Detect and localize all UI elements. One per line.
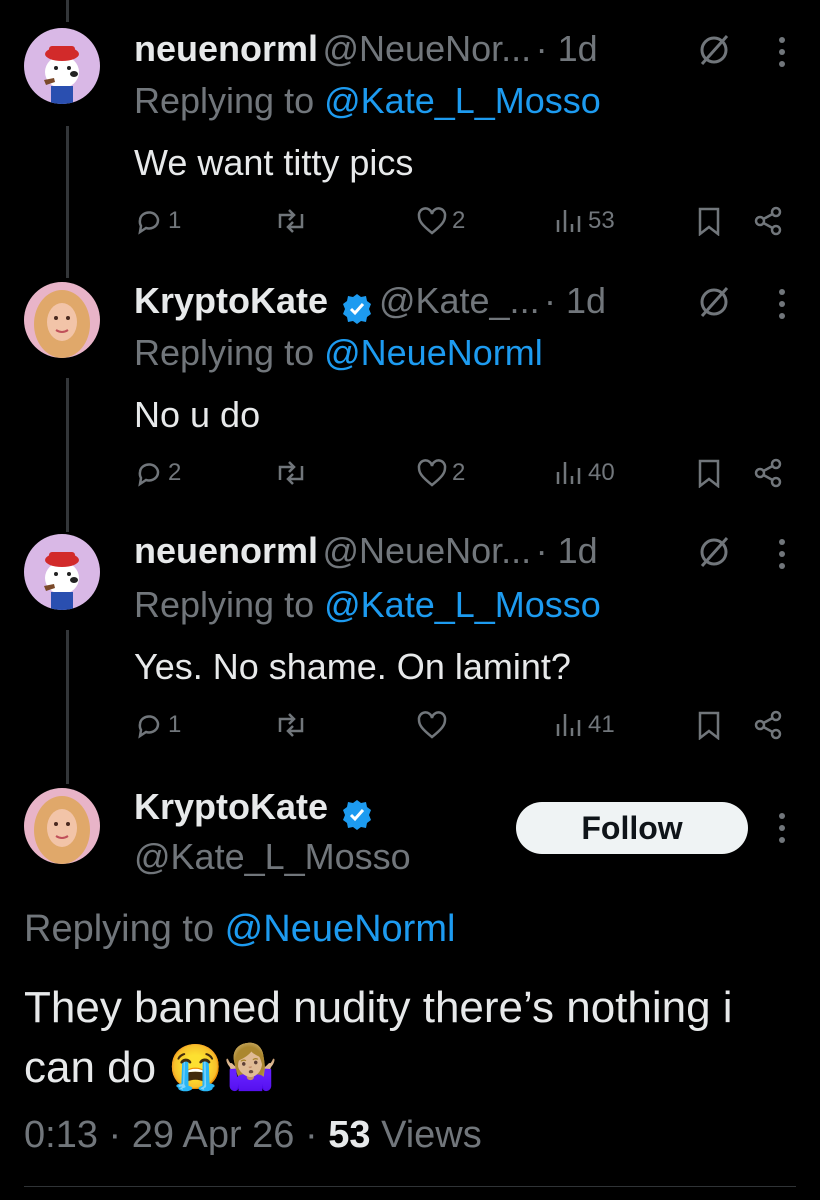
views-count: 53 bbox=[588, 207, 615, 234]
replying-to-link[interactable]: @Kate_L_Mosso bbox=[324, 584, 601, 625]
timestamp[interactable]: · 1d bbox=[536, 530, 598, 571]
views-button[interactable]: 40 bbox=[554, 458, 615, 488]
replying-to: Replying to @NeueNorml bbox=[24, 908, 456, 950]
author-name[interactable]: neuenorml bbox=[134, 28, 318, 69]
avatar[interactable] bbox=[24, 28, 100, 104]
more-icon[interactable] bbox=[770, 810, 794, 846]
replying-to-link[interactable]: @NeueNorml bbox=[225, 908, 456, 950]
tweet-header: neuenorml @NeueNor... · 1d bbox=[134, 530, 598, 572]
divider bbox=[24, 1186, 796, 1187]
main-author: KryptoKate bbox=[134, 786, 374, 832]
author-name[interactable]: KryptoKate bbox=[134, 280, 328, 321]
share-button[interactable] bbox=[752, 206, 784, 236]
follow-button[interactable]: Follow bbox=[516, 802, 748, 854]
retweet-icon bbox=[278, 713, 304, 737]
action-bar: 1 2 53 bbox=[134, 206, 794, 246]
bookmark-button[interactable] bbox=[696, 710, 722, 740]
replying-to: Replying to @Kate_L_Mosso bbox=[134, 80, 601, 121]
reply-button[interactable]: 1 bbox=[134, 710, 181, 740]
share-icon bbox=[754, 206, 782, 236]
retweet-icon bbox=[278, 209, 304, 233]
like-button[interactable] bbox=[416, 710, 452, 740]
bookmark-button[interactable] bbox=[696, 458, 722, 488]
thread-line-2 bbox=[66, 378, 69, 532]
reply-count: 1 bbox=[168, 207, 182, 234]
views-label: Views bbox=[381, 1114, 482, 1156]
tweet-text: We want titty pics bbox=[134, 142, 414, 183]
grok-icon[interactable] bbox=[694, 282, 734, 322]
tweet-header: KryptoKate @Kate_... · 1d bbox=[134, 280, 606, 326]
views-button[interactable]: 41 bbox=[554, 710, 615, 740]
like-count: 2 bbox=[452, 207, 466, 234]
timestamp[interactable]: · 1d bbox=[536, 28, 598, 69]
thread-line-top bbox=[66, 0, 69, 22]
views-icon bbox=[556, 714, 581, 736]
like-icon bbox=[417, 459, 447, 487]
share-button[interactable] bbox=[752, 458, 784, 488]
bookmark-button[interactable] bbox=[696, 206, 722, 236]
views-count: 40 bbox=[588, 459, 615, 486]
like-icon bbox=[417, 207, 447, 235]
thread-line-3 bbox=[66, 630, 69, 784]
reply-icon bbox=[138, 715, 160, 739]
reply-count: 1 bbox=[168, 711, 182, 738]
thread-line-1 bbox=[66, 126, 69, 278]
grok-icon[interactable] bbox=[694, 532, 734, 572]
author-handle[interactable]: @Kate_... bbox=[379, 280, 540, 321]
grok-icon[interactable] bbox=[694, 30, 734, 70]
share-button[interactable] bbox=[752, 710, 784, 740]
views-icon bbox=[556, 210, 581, 232]
tweet-time[interactable]: 0:13 bbox=[24, 1114, 98, 1156]
reply-button[interactable]: 1 bbox=[134, 206, 181, 236]
views-count: 41 bbox=[588, 711, 615, 738]
more-icon[interactable] bbox=[770, 536, 794, 572]
tweet-text: No u do bbox=[134, 394, 261, 435]
more-icon[interactable] bbox=[770, 34, 794, 70]
avatar[interactable] bbox=[24, 534, 100, 610]
author-name[interactable]: KryptoKate bbox=[134, 786, 328, 827]
author-name[interactable]: neuenorml bbox=[134, 530, 318, 571]
replying-to: Replying to @NeueNorml bbox=[134, 332, 543, 373]
like-count: 2 bbox=[452, 459, 466, 486]
like-button[interactable]: 2 bbox=[416, 458, 465, 488]
main-tweet-meta: 0:13 · 29 Apr 26 · 53 Views bbox=[24, 1114, 482, 1156]
replying-to-link[interactable]: @Kate_L_Mosso bbox=[324, 80, 601, 121]
verified-icon bbox=[343, 799, 372, 830]
reply-icon bbox=[138, 463, 160, 487]
reply-button[interactable]: 2 bbox=[134, 458, 181, 488]
action-bar: 2 2 40 bbox=[134, 458, 794, 498]
retweet-button[interactable] bbox=[274, 458, 312, 488]
views-button[interactable]: 53 bbox=[554, 206, 615, 236]
author-handle[interactable]: @Kate_L_Mosso bbox=[134, 836, 411, 878]
retweet-icon bbox=[278, 461, 304, 485]
share-icon bbox=[754, 710, 782, 740]
retweet-button[interactable] bbox=[274, 710, 312, 740]
timestamp[interactable]: · 1d bbox=[544, 280, 606, 321]
avatar[interactable] bbox=[24, 282, 100, 358]
tweet-date[interactable]: 29 Apr 26 bbox=[132, 1114, 295, 1156]
tweet-text: Yes. No shame. On lamint? bbox=[134, 646, 571, 687]
verified-icon bbox=[343, 293, 372, 324]
reply-icon bbox=[138, 211, 160, 235]
replying-to-link[interactable]: @NeueNorml bbox=[324, 332, 543, 373]
replying-to: Replying to @Kate_L_Mosso bbox=[134, 584, 601, 625]
share-icon bbox=[754, 458, 782, 488]
more-icon[interactable] bbox=[770, 286, 794, 322]
tweet-header: neuenorml @NeueNor... · 1d bbox=[134, 28, 598, 70]
retweet-button[interactable] bbox=[274, 206, 312, 236]
author-handle[interactable]: @NeueNor... bbox=[322, 28, 531, 69]
reply-count: 2 bbox=[168, 459, 182, 486]
views-count: 53 bbox=[328, 1114, 371, 1156]
like-icon bbox=[417, 711, 447, 739]
bookmark-icon bbox=[698, 207, 720, 236]
avatar[interactable] bbox=[24, 788, 100, 864]
like-button[interactable]: 2 bbox=[416, 206, 465, 236]
bookmark-icon bbox=[698, 459, 720, 488]
bookmark-icon bbox=[698, 711, 720, 740]
action-bar: 1 41 bbox=[134, 710, 794, 750]
author-handle[interactable]: @NeueNor... bbox=[322, 530, 531, 571]
views-icon bbox=[556, 462, 581, 484]
main-tweet-text: They banned nudity there’s nothing i can… bbox=[24, 983, 733, 1092]
